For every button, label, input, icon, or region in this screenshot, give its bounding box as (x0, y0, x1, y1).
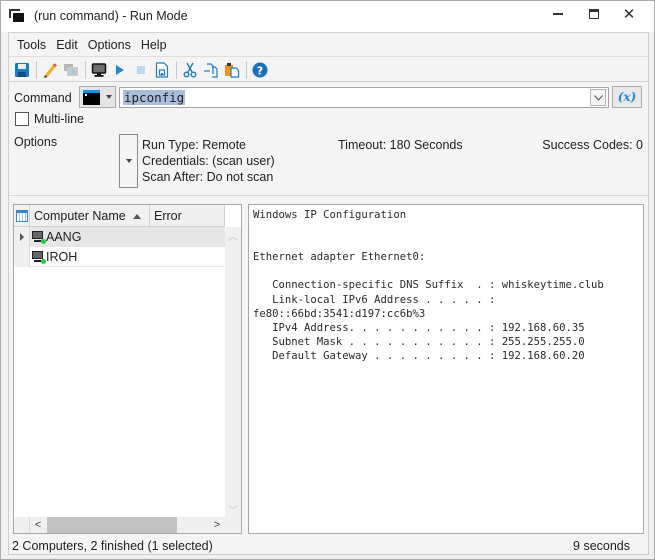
options-label: Options (14, 135, 58, 149)
run-button[interactable] (110, 60, 130, 80)
vertical-scrollbar[interactable]: ︿ ﹀ (225, 227, 241, 517)
scroll-right-icon[interactable]: > (209, 517, 225, 533)
command-label: Command (14, 91, 72, 105)
column-header-error[interactable]: Error (150, 205, 225, 227)
computer-name-cell: AANG (30, 227, 150, 246)
paste-button[interactable] (222, 60, 242, 80)
paste-icon (225, 62, 240, 78)
column-header-label: Error (154, 209, 182, 223)
scroll-corner (225, 517, 241, 533)
terminal-icon (83, 89, 100, 105)
toolbar-separator (176, 60, 177, 79)
menu-help[interactable]: Help (136, 38, 172, 52)
column-header-label: Computer Name (34, 209, 126, 223)
options-dropdown-button[interactable] (119, 134, 138, 188)
computer-online-icon (31, 230, 46, 244)
command-input[interactable]: ipconfig (119, 87, 609, 108)
menu-tools[interactable]: Tools (12, 38, 51, 52)
scan-after-text: Scan After: Do not scan (142, 170, 274, 184)
copy-icon (204, 62, 218, 78)
computer-name-cell: IROH (30, 247, 150, 266)
scroll-left-icon[interactable]: < (30, 517, 46, 533)
grid-header: Computer Name Error (14, 205, 225, 227)
multiline-checkbox[interactable] (15, 112, 29, 126)
help-icon: ? (252, 62, 268, 77)
save-output-button[interactable] (152, 60, 172, 80)
table-row[interactable]: AANG (14, 227, 225, 247)
run-on-selected-button[interactable] (61, 60, 81, 80)
minimize-button[interactable] (540, 1, 576, 27)
toolbar-separator (85, 60, 86, 79)
minimize-icon (553, 13, 563, 15)
scroll-thumb[interactable] (47, 517, 177, 533)
scroll-down-icon[interactable]: ﹀ (225, 501, 241, 517)
window-title: (run command) - Run Mode (34, 9, 188, 23)
main-panel: Tools Edit Options Help ? Command ipconf… (8, 32, 649, 555)
grid-footer-corner (14, 517, 30, 533)
dropdown-arrow-icon (125, 159, 132, 163)
app-icon (9, 9, 24, 22)
pencil-icon (44, 62, 57, 78)
scissors-icon (183, 62, 197, 77)
dropdown-arrow-icon (106, 95, 112, 99)
multiline-label[interactable]: Multi-line (34, 112, 84, 126)
credentials-text: Credentials: (scan user) (142, 154, 275, 168)
document-save-icon (155, 61, 169, 78)
stop-icon (137, 65, 145, 74)
command-output[interactable]: Windows IP Configuration Ethernet adapte… (248, 204, 644, 534)
column-chooser-button[interactable] (14, 205, 30, 227)
column-header-computer-name[interactable]: Computer Name (30, 205, 150, 227)
variables-icon: (x) (617, 90, 637, 104)
chevron-down-icon (593, 94, 603, 101)
current-row-icon (19, 233, 24, 241)
close-icon: ✕ (622, 5, 636, 23)
command-history-dropdown[interactable] (590, 89, 606, 106)
close-button[interactable]: ✕ (611, 1, 647, 27)
floppy-disk-icon (15, 62, 29, 77)
title-bar: (run command) - Run Mode ✕ (1, 1, 654, 32)
splitter[interactable] (9, 195, 648, 196)
run-type-text: Run Type: Remote (142, 138, 246, 152)
command-type-dropdown[interactable] (79, 86, 116, 108)
copy-button[interactable] (201, 60, 221, 80)
success-codes-text: Success Codes: 0 (542, 138, 643, 152)
maximize-button[interactable] (576, 1, 612, 27)
table-row[interactable]: IROH (14, 247, 225, 267)
row-selector[interactable] (14, 247, 30, 267)
computer-online-icon (31, 250, 46, 264)
play-icon (116, 64, 124, 75)
stop-button[interactable] (131, 60, 151, 80)
save-button[interactable] (12, 60, 32, 80)
toolbar-separator (36, 60, 37, 79)
command-input-value: ipconfig (123, 90, 186, 105)
menu-edit[interactable]: Edit (51, 38, 83, 52)
error-cell (150, 227, 225, 246)
edit-button[interactable] (40, 60, 60, 80)
scroll-up-icon[interactable]: ︿ (225, 227, 241, 243)
monitor-icon (91, 62, 107, 77)
window-play-icon (64, 63, 78, 76)
status-summary: 2 Computers, 2 finished (1 selected) (12, 539, 213, 553)
row-selector[interactable] (14, 227, 30, 247)
computer-name: AANG (46, 229, 82, 244)
cut-button[interactable] (180, 60, 200, 80)
svg-text:?: ? (257, 64, 263, 77)
variables-button[interactable]: (x) (612, 86, 642, 108)
computer-name: IROH (46, 249, 78, 264)
menu-bar: Tools Edit Options Help (9, 33, 648, 57)
sort-ascending-icon (133, 214, 141, 219)
run-mode-window: (run command) - Run Mode ✕ Tools Edit Op… (0, 0, 655, 560)
status-elapsed: 9 seconds (573, 539, 630, 553)
error-cell (150, 247, 225, 266)
toolbar-separator (246, 60, 247, 79)
computer-button[interactable] (89, 60, 109, 80)
horizontal-scrollbar[interactable]: < > (30, 517, 225, 533)
toolbar: ? (9, 58, 648, 82)
menu-options[interactable]: Options (83, 38, 136, 52)
maximize-icon (589, 9, 599, 19)
help-button[interactable]: ? (250, 60, 270, 80)
timeout-text: Timeout: 180 Seconds (338, 138, 463, 152)
calendar-grid-icon (15, 210, 28, 222)
computer-grid: Computer Name Error AANG IROH ︿ ﹀ < > (13, 204, 242, 534)
